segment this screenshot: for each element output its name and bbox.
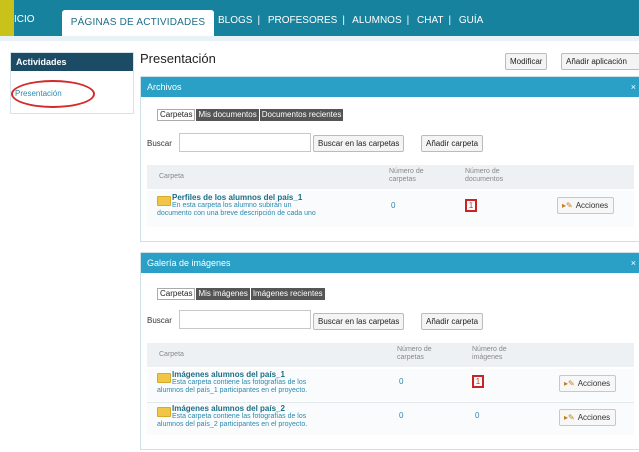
tab-mis-documentos[interactable]: Mis documentos [196,109,259,121]
search-label: Buscar [147,316,172,325]
galeria-tabs: Carpetas Mis imágenes Imágenes recientes [157,288,326,300]
folder-count: 0 [391,201,396,210]
sidebar-header: Actividades [11,53,133,71]
col-num-folders-1: Número de [389,168,424,175]
col-num-images-2: imágenes [472,354,503,361]
galeria-panel-header: Galería de imágenes × [141,253,639,273]
wrench-icon: ▸✎ [562,201,573,210]
wrench-icon: ▸✎ [564,413,575,422]
col-num-folders-2: carpetas [397,354,424,361]
folder-description: Esta carpeta contiene las fotografías de… [172,413,307,420]
folder-name-link[interactable]: Imágenes alumnos del país_2 [172,404,285,413]
close-icon[interactable]: × [631,253,636,273]
folder-description: En esta carpeta los alumno subirán un [172,202,292,209]
search-folders-button[interactable]: Buscar en las carpetas [313,313,405,330]
search-folders-button[interactable]: Buscar en las carpetas [313,135,405,152]
col-num-folders-2: carpetas [389,176,416,183]
actions-button[interactable]: ▸✎ Acciones [557,197,615,214]
top-nav-bar: ICIO PÁGINAS DE ACTIVIDADES BLOGS | PROFE… [0,0,639,36]
nav-link-profesores[interactable]: PROFESORES [268,15,337,26]
archivos-panel: Archivos × Carpetas Mis documentos Documen… [140,76,639,242]
table-header: Carpeta Número de carpetas Número de doc… [147,165,634,189]
image-count: 1 [472,375,484,388]
col-folder: Carpeta [159,351,184,358]
nav-separator: | [406,15,410,26]
nav-tab-paginas-actividades[interactable]: PÁGINAS DE ACTIVIDADES [62,10,214,36]
nav-separator: | [448,15,452,26]
archivos-title: Archivos [147,82,182,92]
document-count: 1 [465,199,477,212]
folder-icon [157,196,171,206]
nav-separator: | [342,15,345,26]
archivos-panel-header: Archivos × [141,77,639,97]
modify-button[interactable]: Modificar [505,53,548,70]
galeria-title: Galería de imágenes [147,258,231,268]
actions-label: Acciones [575,201,609,210]
add-folder-button[interactable]: Añadir carpeta [421,135,484,152]
folder-description: alumnos del país_2 participantes en el p… [157,421,308,428]
nav-link-chat[interactable]: CHAT [417,15,443,26]
folder-icon [157,407,171,417]
add-application-button[interactable]: Añadir aplicación [561,53,639,70]
folder-name-link[interactable]: Imágenes alumnos del país_1 [172,370,285,379]
close-icon[interactable]: × [631,77,636,97]
nav-link-alumnos[interactable]: ALUMNOS [352,15,401,26]
highlight-circle [11,80,95,108]
nav-links: BLOGS | PROFESORES | ALUMNOS | CHAT | GUÍA [218,15,483,26]
folder-count: 0 [399,411,404,420]
nav-link-blogs[interactable]: BLOGS [218,15,252,26]
tab-documentos-recientes[interactable]: Documentos recientes [259,109,344,121]
folder-description: documento con una breve descripción de c… [157,210,316,217]
nav-tab-inicio[interactable]: ICIO [14,14,35,25]
folder-count: 0 [399,377,404,386]
col-num-docs-2: documentos [465,176,504,183]
col-folder: Carpeta [159,173,184,180]
tab-carpetas[interactable]: Carpetas [157,288,196,300]
table-row: Imágenes alumnos del país_1 Esta carpeta… [147,369,634,401]
table-row: Perfiles de los alumnos del país_1 En es… [147,191,634,227]
actions-label: Acciones [577,413,611,422]
sidebar: Actividades Presentación [10,52,134,114]
add-folder-button[interactable]: Añadir carpeta [421,313,484,330]
table-header: Carpeta Número de carpetas Número de imá… [147,343,634,367]
col-num-images-1: Número de [472,346,507,353]
actions-button[interactable]: ▸✎ Acciones [559,375,617,392]
tab-mis-imagenes[interactable]: Mis imágenes [196,288,250,300]
wrench-icon: ▸✎ [564,379,575,388]
galeria-panel: Galería de imágenes × Carpetas Mis imágen… [140,252,639,450]
folder-description: Esta carpeta contiene las fotografías de… [172,379,307,386]
col-num-folders-1: Número de [397,346,432,353]
folder-description: alumnos del país_1 participantes en el p… [157,387,308,394]
nav-underline [0,36,639,41]
col-num-docs-1: Número de [465,168,500,175]
folder-icon [157,373,171,383]
search-input[interactable] [179,310,311,329]
logo [0,0,14,36]
actions-button[interactable]: ▸✎ Acciones [559,409,617,426]
table-row: Imágenes alumnos del país_2 Esta carpeta… [147,403,634,435]
actions-label: Acciones [577,379,611,388]
nav-separator: | [257,15,261,26]
tab-imagenes-recientes[interactable]: Imágenes recientes [250,288,325,300]
search-label: Buscar [147,139,172,148]
nav-link-guia[interactable]: GUÍA [459,15,483,26]
tab-carpetas[interactable]: Carpetas [157,109,196,121]
sidebar-item-presentacion[interactable]: Presentación [11,80,95,108]
folder-name-link[interactable]: Perfiles de los alumnos del país_1 [172,193,302,202]
search-input[interactable] [179,133,311,152]
page-title: Presentación [140,51,216,66]
archivos-tabs: Carpetas Mis documentos Documentos recient… [157,109,344,121]
image-count: 0 [475,411,480,420]
